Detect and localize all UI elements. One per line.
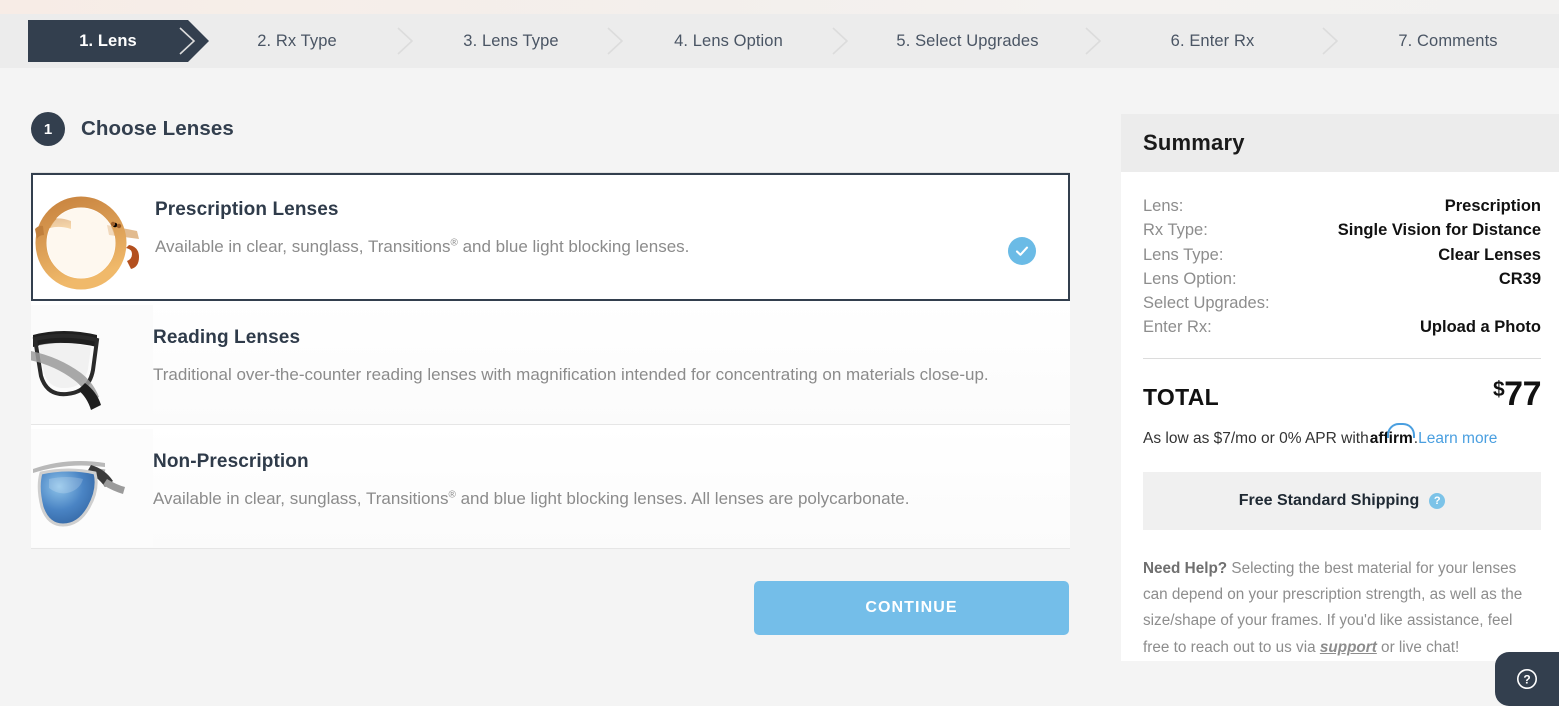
step-6-label: 6. Enter Rx xyxy=(1170,31,1255,50)
lens-option-reading[interactable]: Reading Lenses Traditional over-the-coun… xyxy=(31,301,1070,425)
help-body-2: or live chat! xyxy=(1376,638,1460,656)
prescription-lenses-thumbnail xyxy=(33,179,155,297)
page-top-strip xyxy=(0,0,1559,14)
selected-check-icon xyxy=(1008,237,1036,265)
summary-total-row: TOTAL $77 xyxy=(1143,359,1559,414)
affirm-logo: affirm xyxy=(1370,422,1415,448)
summary-value: Clear Lenses xyxy=(1438,245,1541,264)
registered-mark: ® xyxy=(448,489,456,501)
option-description: Available in clear, sunglass, Transition… xyxy=(155,230,1035,264)
lens-option-prescription[interactable]: Prescription Lenses Available in clear, … xyxy=(31,173,1070,301)
summary-value: Prescription xyxy=(1444,197,1541,215)
step-7-label: 7. Comments xyxy=(1398,31,1498,50)
checkout-stepper: 1. Lens 2. Rx Type 3. Lens Type 4. Lens … xyxy=(0,14,1559,68)
affirm-swoosh-icon xyxy=(1386,422,1415,438)
continue-button[interactable]: CONTINUE xyxy=(754,581,1069,635)
page-title: Choose Lenses xyxy=(81,117,234,140)
option-title: Non-Prescription xyxy=(153,451,309,472)
amber-eyeglasses-icon xyxy=(33,179,155,297)
reading-card-body: Reading Lenses Traditional over-the-coun… xyxy=(153,301,1070,414)
step-5-label: 5. Select Upgrades xyxy=(896,31,1039,50)
blue-aviator-sunglasses-icon xyxy=(31,429,153,547)
step-1-lens[interactable]: 1. Lens xyxy=(28,20,209,62)
option-title: Reading Lenses xyxy=(153,327,301,348)
summary-label: Rx Type: xyxy=(1143,221,1208,240)
lens-options-list: Prescription Lenses Available in clear, … xyxy=(31,172,1070,549)
step-6-enter-rx[interactable]: 6. Enter Rx xyxy=(1094,14,1331,68)
summary-label: Lens Option: xyxy=(1143,269,1237,288)
non-prescription-card-body: Non-Prescription Available in clear, sun… xyxy=(153,425,1070,538)
support-link[interactable]: support xyxy=(1320,639,1377,656)
need-help-title: Need Help? xyxy=(1143,559,1228,577)
step-4-lens-option[interactable]: 4. Lens Option xyxy=(616,14,841,68)
summary-sidebar: Summary Lens: Prescription Rx Type: Sing… xyxy=(1100,68,1559,706)
registered-mark: ® xyxy=(450,237,458,249)
option-desc-before: Traditional over-the-counter reading len… xyxy=(153,365,989,384)
option-desc-after: and blue light blocking lenses. All lens… xyxy=(455,489,910,508)
step-number-badge: 1 xyxy=(31,112,65,146)
summary-row-lens-option: Lens Option: CR39 xyxy=(1143,267,1559,291)
black-reading-glasses-icon xyxy=(31,305,153,423)
step-2-label: 2. Rx Type xyxy=(257,31,337,50)
question-circle-icon: ? xyxy=(1517,669,1537,689)
summary-row-select-upgrades: Select Upgrades: xyxy=(1143,291,1559,315)
financing-text: As low as $7/mo or 0% APR with xyxy=(1143,429,1369,447)
summary-label: Select Upgrades: xyxy=(1143,294,1270,313)
summary-body: Lens: Prescription Rx Type: Single Visio… xyxy=(1121,172,1559,661)
summary-value: Single Vision for Distance xyxy=(1337,221,1541,240)
total-number: 77 xyxy=(1504,374,1541,413)
need-help-text: Need Help? Selecting the best material f… xyxy=(1143,556,1541,661)
summary-label: Enter Rx: xyxy=(1143,318,1212,337)
option-desc-before: Available in clear, sunglass, Transition… xyxy=(153,489,449,508)
shipping-help-icon[interactable]: ? xyxy=(1429,492,1446,509)
step-4-label: 4. Lens Option xyxy=(674,31,783,50)
prescription-card-body: Prescription Lenses Available in clear, … xyxy=(155,175,1068,286)
option-description: Available in clear, sunglass, Transition… xyxy=(153,482,1033,516)
summary-value: Upload a Photo xyxy=(1420,318,1541,337)
checkmark-icon xyxy=(1015,246,1029,256)
non-prescription-thumbnail xyxy=(31,429,153,547)
option-desc-after: and blue light blocking lenses. xyxy=(457,237,690,256)
step-3-lens-type[interactable]: 3. Lens Type xyxy=(406,14,616,68)
summary-row-rx-type: Rx Type: Single Vision for Distance xyxy=(1143,218,1559,242)
summary-row-lens: Lens: Prescription xyxy=(1143,194,1559,218)
step-1-label: 1. Lens xyxy=(79,31,137,50)
total-label: TOTAL xyxy=(1143,383,1220,410)
step-2-rx-type[interactable]: 2. Rx Type xyxy=(188,14,406,68)
shipping-label: Free Standard Shipping xyxy=(1238,491,1420,509)
summary-card: Summary Lens: Prescription Rx Type: Sing… xyxy=(1121,114,1559,661)
lens-option-non-prescription[interactable]: Non-Prescription Available in clear, sun… xyxy=(31,425,1070,549)
continue-button-row: CONTINUE xyxy=(0,581,1069,635)
summary-heading: Summary xyxy=(1143,130,1245,155)
total-amount: $77 xyxy=(1492,374,1542,414)
main-content: 1 Choose Lenses Prescription Lenses Avai… xyxy=(0,68,1100,700)
summary-row-lens-type: Lens Type: Clear Lenses xyxy=(1143,243,1559,267)
option-description: Traditional over-the-counter reading len… xyxy=(153,358,1033,392)
summary-value: CR39 xyxy=(1498,269,1541,288)
option-desc-before: Available in clear, sunglass, Transition… xyxy=(155,237,451,256)
summary-label: Lens: xyxy=(1143,197,1184,215)
step-3-label: 3. Lens Type xyxy=(463,31,559,50)
affirm-financing-line: As low as $7/mo or 0% APR with affirm. L… xyxy=(1143,414,1559,448)
live-chat-button[interactable]: ? xyxy=(1495,652,1559,706)
summary-label: Lens Type: xyxy=(1143,245,1224,264)
step-7-comments[interactable]: 7. Comments xyxy=(1331,14,1559,68)
option-title: Prescription Lenses xyxy=(155,199,339,220)
free-shipping-banner: Free Standard Shipping ? xyxy=(1143,471,1541,530)
reading-lenses-thumbnail xyxy=(31,305,153,423)
learn-more-link[interactable]: Learn more xyxy=(1418,430,1497,448)
step-5-select-upgrades[interactable]: 5. Select Upgrades xyxy=(841,14,1094,68)
summary-header: Summary xyxy=(1121,114,1559,172)
svg-text:?: ? xyxy=(1523,673,1530,687)
summary-row-enter-rx: Enter Rx: Upload a Photo xyxy=(1143,315,1559,339)
section-header: 1 Choose Lenses xyxy=(0,68,1100,146)
currency-symbol: $ xyxy=(1492,377,1505,401)
